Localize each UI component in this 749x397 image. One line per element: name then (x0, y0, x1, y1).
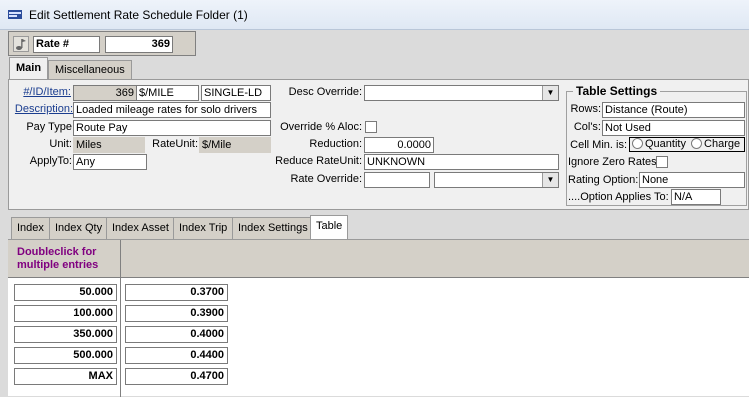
option-applies-label: ....Option Applies To: (568, 191, 669, 203)
table-settings-legend: Table Settings (576, 84, 658, 98)
rate-cell[interactable]: 0.4700 (125, 368, 228, 385)
cell-min-label: Cell Min. is: (570, 139, 627, 151)
range-cell[interactable]: 500.000 (14, 347, 117, 364)
column-divider (120, 240, 121, 397)
rate-cell[interactable]: 0.4400 (125, 347, 228, 364)
unit-label: Unit: (49, 138, 72, 150)
reduction-label: Reduction: (309, 138, 362, 150)
rate-unit-label: RateUnit: (152, 138, 198, 150)
reduce-rate-unit-label: Reduce RateUnit: (275, 155, 362, 167)
quantity-radio-label[interactable]: Quantity (645, 138, 686, 150)
reduce-rate-unit-field[interactable]: UNKNOWN (364, 154, 559, 170)
range-cell[interactable]: MAX (14, 368, 117, 385)
id-value-field: 369 (73, 85, 137, 101)
rate-table-panel: Doubleclick for multiple entries 50.000 … (8, 239, 749, 397)
ignore-zero-rates-label: Ignore Zero Rates (568, 156, 657, 168)
doubleclick-hint[interactable]: Doubleclick for multiple entries (17, 246, 117, 272)
tab-index[interactable]: Index (11, 217, 50, 239)
title-bar: Edit Settlement Rate Schedule Folder (1) (0, 0, 749, 30)
rate-number-strip: Rate # 369 (8, 31, 196, 56)
rating-option-field[interactable]: None (639, 172, 745, 188)
rows-field[interactable]: Distance (Route) (602, 102, 745, 118)
unit-field: Miles (73, 137, 145, 153)
id-item-field[interactable]: SINGLE-LD (201, 85, 271, 101)
cell-min-radio-group: Quantity Charge (629, 137, 745, 152)
rate-cell[interactable]: 0.4000 (125, 326, 228, 343)
option-applies-field[interactable]: N/A (671, 189, 721, 205)
tab-index-settings[interactable]: Index Settings (232, 217, 314, 239)
rate-cell[interactable]: 0.3900 (125, 305, 228, 322)
rate-override-field[interactable] (364, 172, 430, 188)
rate-number-field[interactable]: 369 (105, 36, 173, 53)
reduction-field[interactable]: 0.0000 (364, 137, 434, 153)
app-icon (8, 10, 22, 19)
id-item-label[interactable]: #/ID/Item: (9, 85, 71, 99)
rate-label: Rate # (33, 36, 100, 53)
range-cell[interactable]: 50.000 (14, 284, 117, 301)
cols-label: Col's: (573, 121, 601, 133)
desc-override-label: Desc Override: (288, 86, 362, 98)
rows-label: Rows: (570, 103, 601, 115)
tab-miscellaneous[interactable]: Miscellaneous (48, 60, 132, 79)
description-label[interactable]: Description: (9, 102, 73, 116)
charge-radio[interactable] (691, 138, 703, 149)
quantity-radio[interactable] (632, 138, 643, 149)
rate-override-label: Rate Override: (290, 173, 362, 185)
main-panel: #/ID/Item: 369 $/MILE SINGLE-LD Descript… (8, 79, 749, 210)
override-aloc-checkbox[interactable] (365, 121, 377, 133)
rating-option-label: Rating Option: (568, 174, 639, 186)
id-unit-field[interactable]: $/MILE (137, 85, 199, 101)
window-title: Edit Settlement Rate Schedule Folder (1) (29, 8, 248, 22)
desc-override-select[interactable]: ▼ (364, 85, 559, 101)
charge-radio-label[interactable]: Charge (704, 138, 740, 150)
apply-to-label: ApplyTo: (29, 155, 72, 167)
description-field[interactable]: Loaded mileage rates for solo drivers (73, 102, 271, 118)
rate-override-select[interactable]: ▼ (434, 172, 559, 188)
override-aloc-label: Override % Aloc: (280, 121, 362, 133)
note-icon[interactable] (13, 36, 29, 52)
tab-main[interactable]: Main (9, 57, 49, 81)
ignore-zero-rates-checkbox[interactable] (656, 156, 668, 168)
apply-to-field[interactable]: Any (73, 154, 147, 170)
cols-field[interactable]: Not Used (602, 120, 745, 136)
tab-index-asset[interactable]: Index Asset (106, 217, 175, 239)
tab-table[interactable]: Table (310, 215, 349, 240)
rate-unit-field: $/Mile (199, 137, 271, 153)
chevron-down-icon[interactable]: ▼ (542, 173, 558, 187)
tab-index-qty[interactable]: Index Qty (49, 217, 109, 239)
range-cell[interactable]: 100.000 (14, 305, 117, 322)
tab-index-trip[interactable]: Index Trip (173, 217, 234, 239)
range-cell[interactable]: 350.000 (14, 326, 117, 343)
rate-cell[interactable]: 0.3700 (125, 284, 228, 301)
chevron-down-icon[interactable]: ▼ (542, 86, 558, 100)
pay-type-label: Pay Type (26, 121, 72, 133)
pay-type-field[interactable]: Route Pay (73, 120, 271, 136)
